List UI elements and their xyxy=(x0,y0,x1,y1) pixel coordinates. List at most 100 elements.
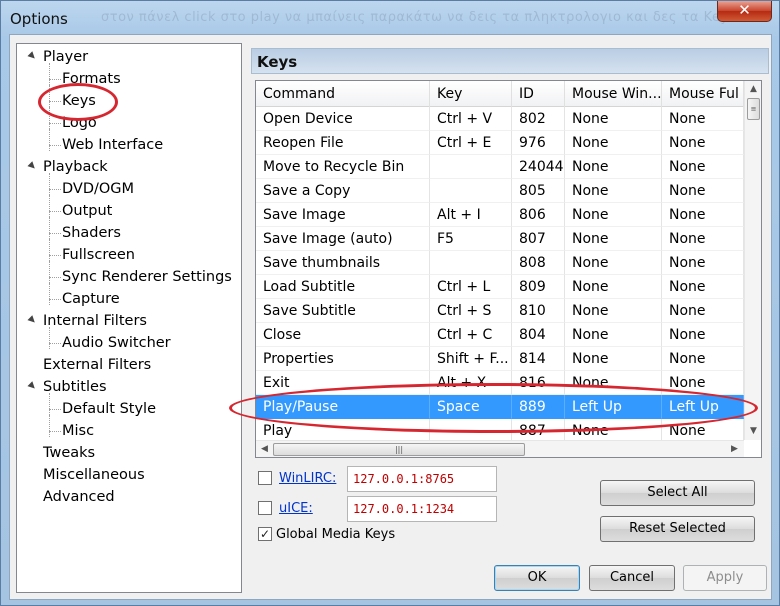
table-cell: F5 xyxy=(430,227,512,251)
tree-item-formats[interactable]: Formats xyxy=(60,68,123,90)
table-cell: Save a Copy xyxy=(256,179,430,203)
tree-item-fullscreen[interactable]: Fullscreen xyxy=(60,244,137,266)
winlirc-checkbox[interactable] xyxy=(258,471,272,485)
global-media-keys-checkbox[interactable]: ✓ xyxy=(258,527,272,541)
tree-item-playback[interactable]: Playback xyxy=(41,156,110,178)
tree-item-label: Keys xyxy=(62,93,96,109)
table-row[interactable]: Properties Shift + F... 814 None None xyxy=(256,347,744,371)
tree-connector xyxy=(49,107,50,129)
select-all-button[interactable]: Select All xyxy=(600,480,755,506)
column-header[interactable]: Key xyxy=(430,81,512,107)
table-row[interactable]: Save Image Alt + I 806 None None xyxy=(256,203,744,227)
tree-item-default-style[interactable]: Default Style xyxy=(60,398,158,420)
close-icon: ✕ xyxy=(738,1,751,19)
uice-address-input[interactable]: 127.0.0.1:1234 xyxy=(347,496,497,522)
column-header[interactable]: Mouse Ful xyxy=(662,81,744,107)
tree-connector xyxy=(49,327,50,349)
vertical-scrollbar[interactable]: ▲ ≡ ▼ xyxy=(744,81,761,440)
tree-item-audio-switcher[interactable]: Audio Switcher xyxy=(60,332,173,354)
grip-icon: ||| xyxy=(394,445,404,454)
tree-item-internal-filters[interactable]: Internal Filters xyxy=(41,310,149,332)
tree-item-keys[interactable]: Keys xyxy=(60,90,98,112)
table-cell: 816 xyxy=(512,371,565,395)
expander-icon[interactable]: ▲ xyxy=(24,160,38,174)
tree-item-advanced[interactable]: Advanced xyxy=(41,486,117,508)
table-row[interactable]: Save thumbnails 808 None None xyxy=(256,251,744,275)
expander-icon[interactable]: ▲ xyxy=(24,380,38,394)
scroll-right-icon[interactable]: ▶ xyxy=(726,441,743,457)
tree-item-shaders[interactable]: Shaders xyxy=(60,222,123,244)
table-row[interactable]: Save Subtitle Ctrl + S 810 None None xyxy=(256,299,744,323)
tree-item-sync-renderer-settings[interactable]: Sync Renderer Settings xyxy=(60,266,234,288)
ok-button[interactable]: OK xyxy=(494,565,580,591)
cancel-button[interactable]: Cancel xyxy=(589,565,675,591)
close-button[interactable]: ✕ xyxy=(717,1,772,22)
table-cell: None xyxy=(662,371,744,395)
tree-item-miscellaneous[interactable]: Miscellaneous xyxy=(41,464,147,486)
table-row[interactable]: Open Device Ctrl + V 802 None None xyxy=(256,107,744,131)
panel-header: Keys xyxy=(251,48,769,74)
horizontal-scrollbar[interactable]: ◀ ||| ▶ xyxy=(256,440,744,457)
table-row[interactable]: Load Subtitle Ctrl + L 809 None None xyxy=(256,275,744,299)
table-cell: 808 xyxy=(512,251,565,275)
table-cell: None xyxy=(662,107,744,131)
tree-item-misc[interactable]: Misc xyxy=(60,420,96,442)
options-tree[interactable]: Player ▲ Formats Keys Logo Web Interface Playb… xyxy=(16,43,242,593)
table-cell: None xyxy=(662,347,744,371)
table-cell: Play/Pause xyxy=(256,395,430,419)
table-cell: 810 xyxy=(512,299,565,323)
tree-item-capture[interactable]: Capture xyxy=(60,288,122,310)
expander-icon[interactable]: ▲ xyxy=(24,314,38,328)
scroll-left-icon[interactable]: ◀ xyxy=(256,441,273,457)
tree-item-label: Default Style xyxy=(62,401,157,417)
apply-button[interactable]: Apply xyxy=(683,565,767,591)
tree-item-dvd-ogm[interactable]: DVD/OGM xyxy=(60,178,136,200)
tree-item-output[interactable]: Output xyxy=(60,200,114,222)
table-row[interactable]: Save Image (auto) F5 807 None None xyxy=(256,227,744,251)
table-cell: None xyxy=(565,203,662,227)
table-cell: Save Image (auto) xyxy=(256,227,430,251)
column-header[interactable]: ID xyxy=(512,81,565,107)
table-row[interactable]: Play/Pause Space 889 Left Up Left Up xyxy=(256,395,744,419)
column-header[interactable]: Command xyxy=(256,81,430,107)
winlirc-address-input[interactable]: 127.0.0.1:8765 xyxy=(347,466,497,492)
table-row[interactable]: Exit Alt + X 816 None None xyxy=(256,371,744,395)
scroll-down-icon[interactable]: ▼ xyxy=(745,423,761,440)
table-row[interactable]: Save a Copy 805 None None xyxy=(256,179,744,203)
winlirc-link[interactable]: WinLIRC: xyxy=(279,471,336,486)
tree-connector xyxy=(49,79,61,80)
tree-item-tweaks[interactable]: Tweaks xyxy=(41,442,97,464)
scroll-thumb-horizontal[interactable]: ||| xyxy=(273,443,525,456)
uice-link[interactable]: uICE: xyxy=(279,501,313,516)
table-row[interactable]: Move to Recycle Bin 24044 None None xyxy=(256,155,744,179)
keys-table[interactable]: Command Key ID Mouse Win... Mouse Ful Open D… xyxy=(255,80,762,458)
table-cell: None xyxy=(565,107,662,131)
column-header[interactable]: Mouse Win... xyxy=(565,81,662,107)
reset-selected-button[interactable]: Reset Selected xyxy=(600,516,755,542)
table-cell: 806 xyxy=(512,203,565,227)
table-cell: Close xyxy=(256,323,430,347)
tree-connector xyxy=(49,431,61,432)
table-cell: None xyxy=(662,299,744,323)
table-cell: 805 xyxy=(512,179,565,203)
table-row[interactable]: Close Ctrl + C 804 None None xyxy=(256,323,744,347)
tree-item-label: Miscellaneous xyxy=(43,467,145,483)
tree-connector xyxy=(49,299,61,300)
table-cell: None xyxy=(662,323,744,347)
scroll-up-icon[interactable]: ▲ xyxy=(745,81,761,98)
table-cell: Reopen File xyxy=(256,131,430,155)
table-cell: None xyxy=(662,179,744,203)
tree-item-external-filters[interactable]: External Filters xyxy=(41,354,153,376)
table-row[interactable]: Reopen File Ctrl + E 976 None None xyxy=(256,131,744,155)
tree-item-subtitles[interactable]: Subtitles xyxy=(41,376,109,398)
expander-icon[interactable]: ▲ xyxy=(24,50,38,64)
scroll-thumb-vertical[interactable]: ≡ xyxy=(747,98,760,120)
table-header: Command Key ID Mouse Win... Mouse Ful xyxy=(256,81,744,107)
table-cell: None xyxy=(662,251,744,275)
table-cell: Shift + F... xyxy=(430,347,512,371)
table-cell: 889 xyxy=(512,395,565,419)
table-cell: Save thumbnails xyxy=(256,251,430,275)
tree-item-logo[interactable]: Logo xyxy=(60,112,99,134)
tree-item-web-interface[interactable]: Web Interface xyxy=(60,134,165,156)
uice-checkbox[interactable] xyxy=(258,501,272,515)
